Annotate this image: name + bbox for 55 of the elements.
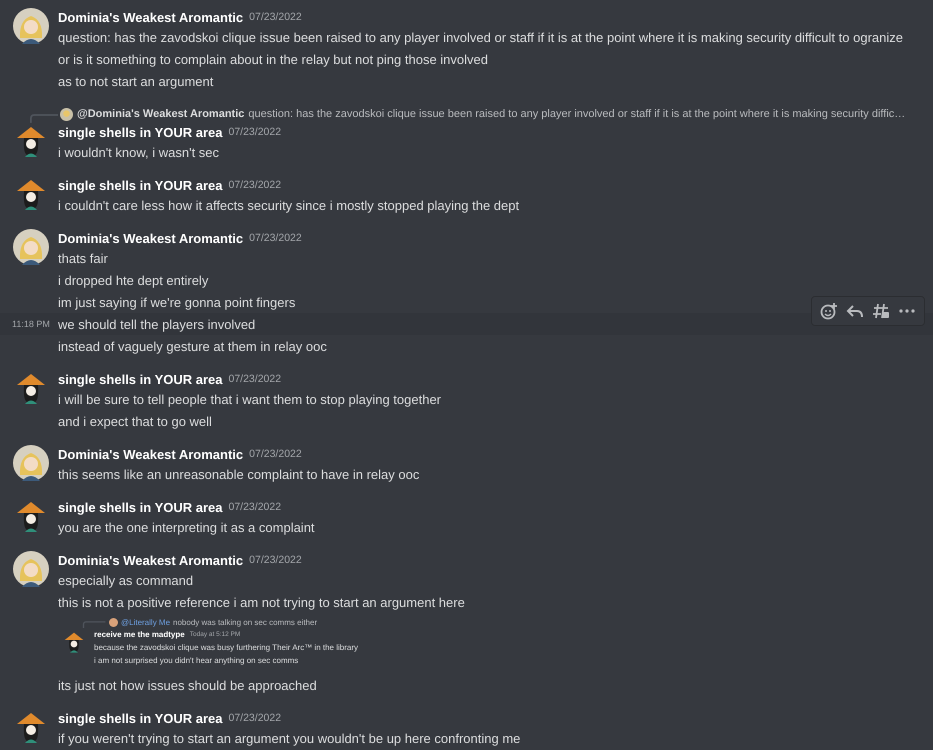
message-text: i wouldn't know, i wasn't sec	[58, 144, 220, 160]
timestamp: 07/23/2022	[228, 126, 282, 138]
author-name[interactable]: single shells in YOUR area	[58, 372, 222, 386]
message-text: or is it something to complain about in the relay but not ping those involved	[58, 52, 488, 66]
avatar-icon	[62, 630, 86, 654]
avatar-icon[interactable]	[13, 229, 49, 265]
message-text: because the zavodskoi clique was busy furthering Their Arc™ in the library	[94, 642, 358, 654]
reply-preview[interactable]: question: has the zavodskoi clique issue been raised to any player involved or staff if it is at the point where it is making security diffic…	[248, 108, 906, 120]
avatar-icon[interactable]	[13, 445, 49, 481]
message-text: if you weren't trying to start an argument you wouldn't be up here confronting me	[58, 730, 520, 746]
message-text: you are the one interpreting it as a complaint	[58, 520, 315, 534]
message-text: especially as command	[58, 572, 194, 588]
message-text: question: has the zavodskoi clique issue been raised to any player involved or staff if it is at the point where it is making security difficult to ogranize	[58, 30, 903, 44]
message-text: its just not how issues should be approached	[58, 678, 317, 692]
reply-author: @Literally Me	[121, 618, 170, 626]
message-text: this is not a positive reference i am not trying to start an argument here	[58, 594, 465, 610]
message-text: as to not start an argument	[58, 74, 214, 88]
message-text: and i expect that to go well	[58, 414, 212, 428]
message-text: thats fair	[58, 250, 108, 266]
author-name[interactable]: single shells in YOUR area	[58, 124, 222, 140]
add-reaction-icon[interactable]	[820, 302, 838, 320]
author-name: receive me the madtype	[94, 630, 185, 639]
timestamp: 11:18 PM	[12, 319, 50, 329]
reply-spine-icon	[30, 114, 58, 122]
author-name[interactable]: single shells in YOUR area	[58, 710, 222, 726]
author-name[interactable]: single shells in YOUR area	[58, 500, 222, 514]
timestamp: 07/23/2022	[249, 448, 302, 460]
message-text: im just saying if we're gonna point fingers	[58, 294, 296, 310]
author-name[interactable]: Dominia's Weakest Aromantic	[58, 446, 244, 462]
timestamp: 07/23/2022	[228, 373, 282, 385]
timestamp: 07/23/2022	[249, 554, 302, 566]
author-name[interactable]: Dominia's Weakest Aromantic	[58, 230, 244, 246]
timestamp: 07/23/2022	[249, 11, 302, 23]
message-text: this seems like an unreasonable complaint to have in relay ooc	[58, 466, 420, 482]
reply-author[interactable]: @Dominia's Weakest Aromantic	[77, 108, 244, 120]
reply-preview: nobody was talking on sec comms either	[173, 618, 318, 626]
thread-icon[interactable]	[872, 302, 890, 320]
message-text: i will be sure to tell people that i want them to stop playing together	[58, 392, 441, 406]
message-text: i dropped hte dept entirely	[58, 272, 208, 288]
message-text: i couldn't care less how it affects security since i mostly stopped playing the dept	[58, 198, 520, 212]
avatar-icon[interactable]	[13, 8, 49, 44]
timestamp: 07/23/2022	[228, 712, 282, 724]
author-name[interactable]: single shells in YOUR area	[58, 178, 222, 192]
reply-spine-icon	[82, 621, 106, 628]
author-name[interactable]: Dominia's Weakest Aromantic	[58, 552, 244, 568]
author-name[interactable]: Dominia's Weakest Aromantic	[58, 10, 244, 24]
avatar-icon	[60, 108, 73, 120]
avatar-icon	[109, 618, 118, 626]
timestamp: 07/23/2022	[228, 501, 282, 513]
timestamp: 07/23/2022	[249, 232, 302, 244]
message-text: instead of vaguely gesture at them in relay ooc	[58, 338, 327, 354]
message-text: i am not surprised you didn't hear anything on sec comms	[94, 655, 300, 667]
message-text: we should tell the players involved	[58, 316, 256, 332]
avatar-icon[interactable]	[13, 551, 49, 587]
timestamp: 07/23/2022	[228, 179, 282, 191]
